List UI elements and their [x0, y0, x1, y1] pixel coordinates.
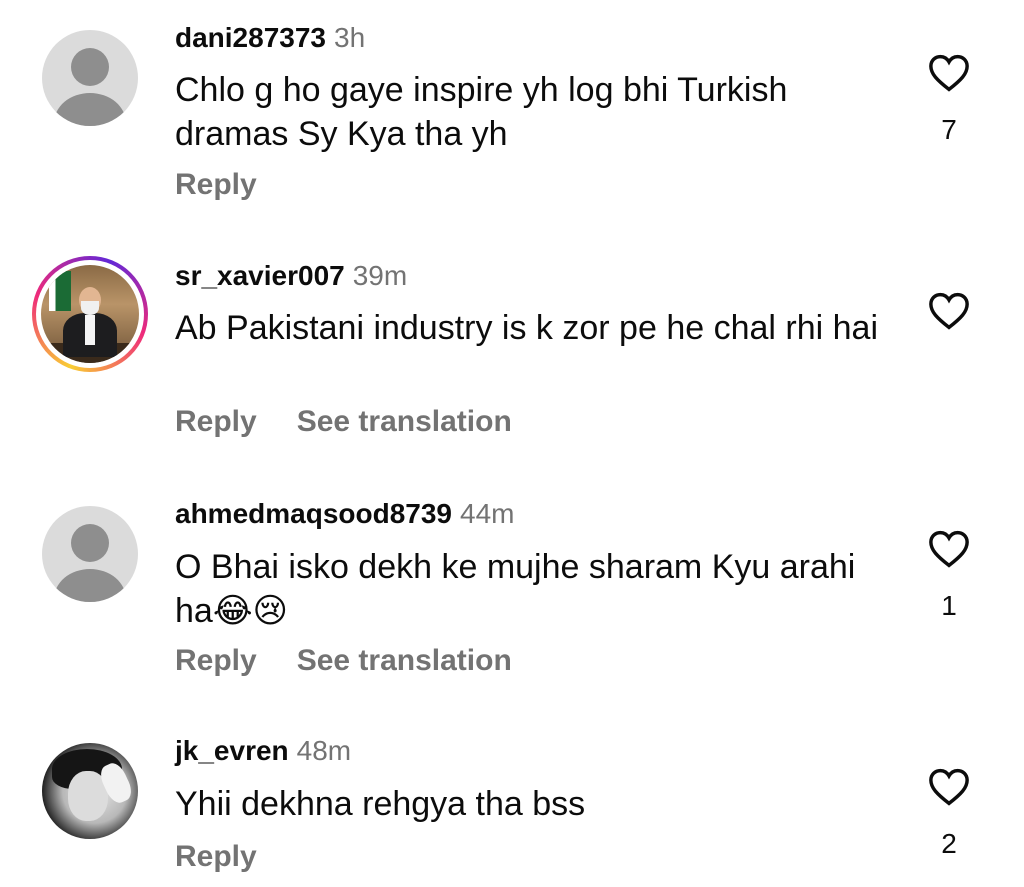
- reply-button[interactable]: Reply: [175, 840, 257, 873]
- comment-username-row: jk_evren 48m: [175, 735, 351, 767]
- heart-outline-icon: [929, 292, 969, 330]
- username[interactable]: ahmedmaqsood8739: [175, 498, 452, 529]
- like-count: 2: [941, 828, 957, 859]
- comment-username-row: sr_xavier007 39m: [175, 260, 407, 292]
- like-button[interactable]: [928, 292, 970, 352]
- comment-text: Chlo g ho gaye inspire yh log bhi Turkis…: [175, 71, 788, 153]
- heart-outline-icon: [929, 530, 969, 568]
- comment-actions: Reply: [175, 840, 257, 874]
- comment-text: Ab Pakistani industry is k zor pe he cha…: [175, 309, 879, 347]
- like-count: 1: [941, 590, 957, 621]
- comment-time: 39m: [352, 260, 408, 291]
- avatar[interactable]: [42, 30, 138, 126]
- avatar[interactable]: [42, 743, 138, 839]
- like-button[interactable]: 1: [928, 530, 970, 622]
- comment-actions: Reply: [175, 168, 257, 202]
- comment-text: O Bhai isko dekh ke mujhe sharam Kyu ara…: [175, 548, 856, 630]
- like-button[interactable]: 2: [928, 768, 970, 860]
- comment-text: Yhii dekhna rehgya tha bss: [175, 785, 586, 823]
- username[interactable]: dani287373: [175, 22, 326, 53]
- default-avatar-icon: [71, 48, 109, 86]
- reply-button[interactable]: Reply: [175, 405, 257, 438]
- comment-username-row: ahmedmaqsood8739 44m: [175, 498, 514, 530]
- reply-button[interactable]: Reply: [175, 644, 257, 677]
- comment-actions: Reply See translation: [175, 644, 512, 678]
- reply-button[interactable]: Reply: [175, 168, 257, 201]
- comment-actions: Reply See translation: [175, 405, 512, 439]
- profile-photo: [41, 265, 139, 363]
- comment-username-row: dani287373 3h: [175, 22, 365, 54]
- see-translation-button[interactable]: See translation: [297, 644, 512, 677]
- heart-outline-icon: [929, 768, 969, 806]
- avatar[interactable]: [32, 256, 148, 372]
- heart-outline-icon: [929, 54, 969, 92]
- avatar[interactable]: [42, 506, 138, 602]
- comment-time: 3h: [334, 22, 366, 53]
- see-translation-button[interactable]: See translation: [297, 405, 512, 438]
- like-button[interactable]: 7: [928, 54, 970, 146]
- comment-time: 44m: [460, 498, 515, 529]
- username[interactable]: sr_xavier007: [175, 260, 345, 291]
- like-count: 7: [941, 114, 957, 145]
- comment-time: 48m: [296, 735, 352, 766]
- username[interactable]: jk_evren: [175, 735, 289, 766]
- default-avatar-icon: [71, 524, 109, 562]
